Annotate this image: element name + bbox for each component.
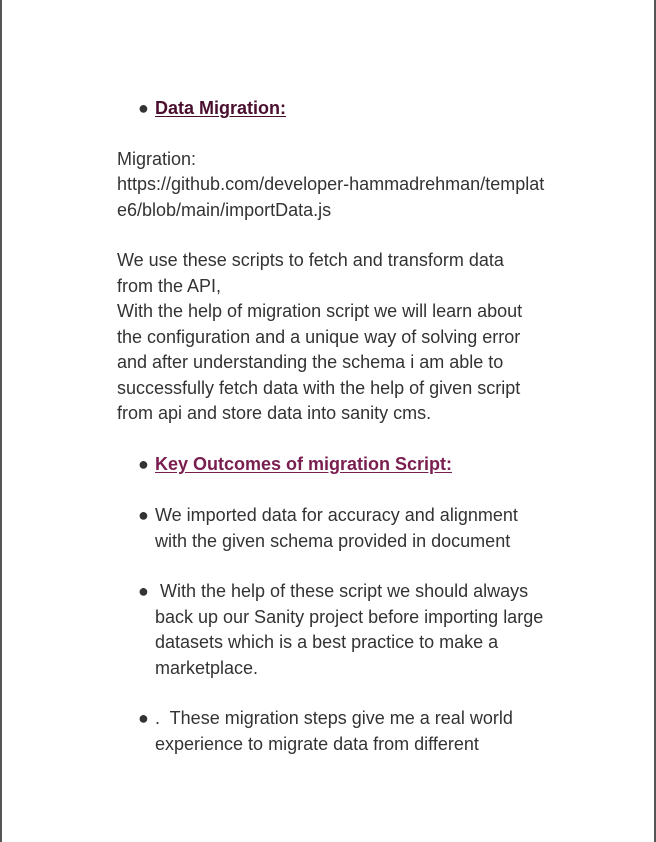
description-line: from the API, — [117, 275, 222, 296]
page-left-edge — [0, 0, 2, 842]
list-item-line: back up our Sanity project before import… — [155, 606, 544, 627]
bullet-icon: ● — [138, 453, 149, 474]
list-item-line: We imported data for accuracy and alignm… — [155, 505, 518, 525]
description-line: successfully fetch data with the help of… — [117, 377, 521, 398]
section-heading-key-outcomes: ● Key Outcomes of migration Script: — [117, 452, 597, 478]
list-item: ● . These migration steps give me a real… — [117, 706, 597, 757]
list-item: ● We imported data for accuracy and alig… — [117, 503, 597, 554]
heading-key-outcomes: Key Outcomes of migration Script: — [155, 453, 453, 474]
description-line: and after understanding the schema i am … — [117, 352, 504, 372]
description-paragraph: We use these scripts to fetch and transf… — [117, 248, 597, 427]
document-page: ● Data Migration: Migration: https://git… — [117, 96, 597, 757]
description-line: from api and store data into sanity cms. — [117, 403, 432, 423]
bullet-icon: ● — [138, 505, 149, 525]
bullet-icon: ● — [138, 708, 149, 728]
bullet-icon: ● — [138, 98, 149, 118]
list-item: ● With the help of these script we shoul… — [117, 579, 597, 681]
heading-data-migration: Data Migration: — [155, 98, 287, 118]
description-line: With the help of migration script we wil… — [117, 301, 523, 321]
migration-label: Migration: — [117, 148, 197, 169]
migration-link-line-2: e6/blob/main/importData.js — [117, 199, 332, 220]
list-item-line: With the help of these script we should … — [155, 581, 529, 601]
description-line: the configuration and a unique way of so… — [117, 326, 521, 347]
list-item-line: marketplace. — [155, 657, 259, 678]
list-item-line: . These migration steps give me a real w… — [155, 708, 513, 728]
section-heading-data-migration: ● Data Migration: — [117, 96, 597, 122]
migration-link-line-1: https://github.com/developer-hammadrehma… — [117, 174, 545, 194]
description-line: We use these scripts to fetch and transf… — [117, 250, 504, 270]
list-item-line: datasets which is a best practice to mak… — [155, 632, 499, 652]
migration-paragraph: Migration: https://github.com/developer-… — [117, 147, 597, 224]
bullet-icon: ● — [138, 581, 149, 601]
list-item-line: with the given schema provided in docume… — [155, 530, 511, 551]
list-item-line: experience to migrate data from differen… — [155, 733, 479, 754]
